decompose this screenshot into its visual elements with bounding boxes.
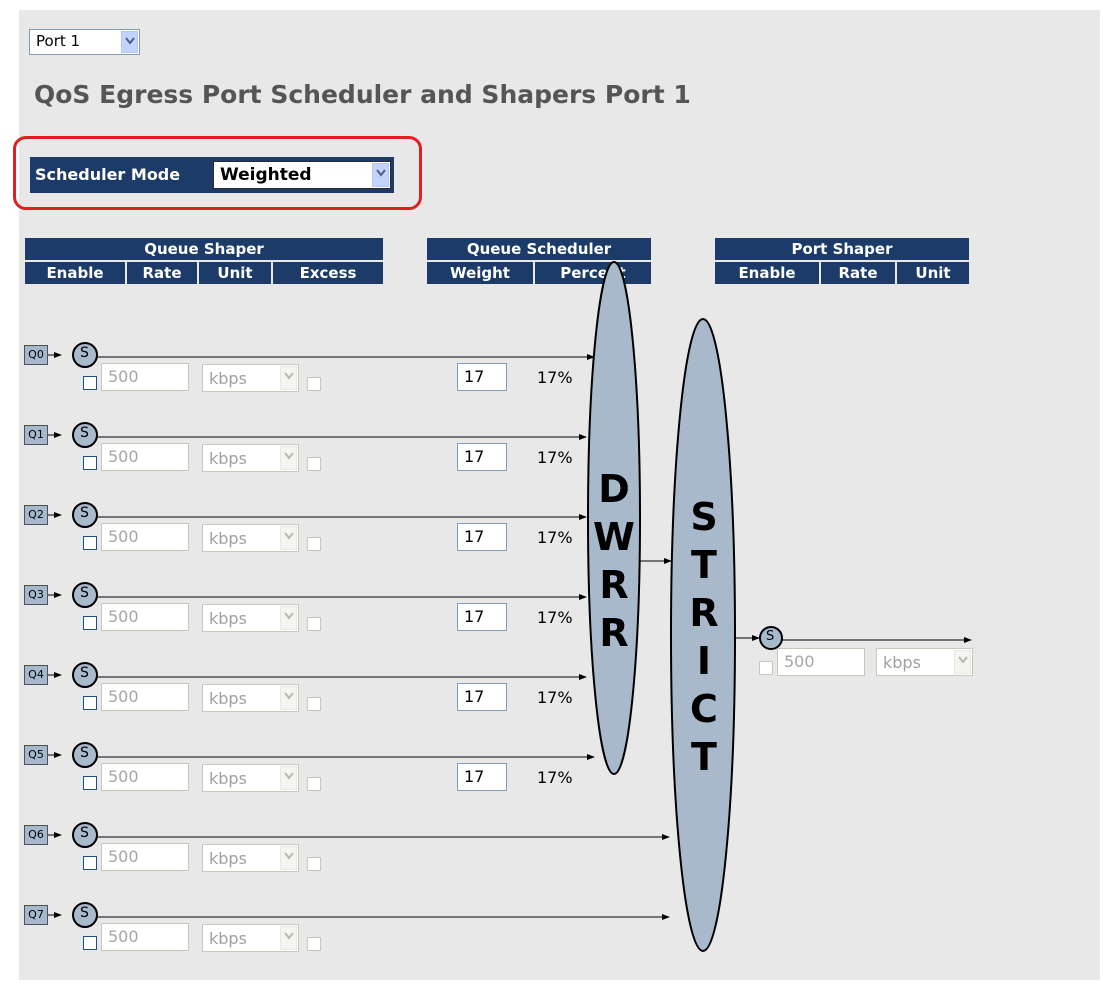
queue-shaper-unit-value: kbps <box>209 929 247 948</box>
queue-shaper-excess-checkbox[interactable] <box>307 537 321 551</box>
queue-shaper-unit-select[interactable]: kbps <box>202 444 299 472</box>
queue-shaper-rate-input[interactable]: 500 <box>101 763 189 791</box>
queue-shaper-excess-checkbox[interactable] <box>307 697 321 711</box>
queue-shaper-excess-checkbox[interactable] <box>307 617 321 631</box>
queue-shaper-excess-checkbox[interactable] <box>307 857 321 871</box>
queue-percent: 17% <box>537 368 573 387</box>
dwrr-letter: R <box>599 563 628 607</box>
queue-shaper-excess-checkbox[interactable] <box>307 457 321 471</box>
queue-shaper-rate-input[interactable]: 500 <box>101 843 189 871</box>
queue-shaper-unit-value: kbps <box>209 609 247 628</box>
strict-letter: S <box>690 495 717 539</box>
queue-shaper-rate-input[interactable]: 500 <box>101 363 189 391</box>
queue-shaper-s-label: S <box>80 745 89 761</box>
queue-shaper-unit-select[interactable]: kbps <box>202 684 299 712</box>
chevron-down-icon <box>280 446 297 470</box>
queue-shaper-unit-value: kbps <box>209 449 247 468</box>
port-shaper-rate-input[interactable]: 500 <box>777 648 865 676</box>
queue-shaper-unit-value: kbps <box>209 529 247 548</box>
queue-percent: 17% <box>537 528 573 547</box>
queue-shaper-s-label: S <box>80 505 89 521</box>
queue-percent: 17% <box>537 608 573 627</box>
queue-shaper-rate-input[interactable]: 500 <box>101 923 189 951</box>
queue-percent: 17% <box>537 448 573 467</box>
queue-shaper-unit-select[interactable]: kbps <box>202 604 299 632</box>
queue-shaper-enable-checkbox[interactable] <box>83 856 97 870</box>
queue-label: Q1 <box>24 425 48 445</box>
chevron-down-icon <box>280 526 297 550</box>
queue-shaper-unit-select[interactable]: kbps <box>202 524 299 552</box>
queue-shaper-enable-checkbox[interactable] <box>83 696 97 710</box>
chevron-down-icon <box>954 650 971 674</box>
queue-label: Q4 <box>24 665 48 685</box>
queue-shaper-s-label: S <box>80 345 89 361</box>
chevron-down-icon <box>280 366 297 390</box>
strict-letter: T <box>691 735 717 779</box>
queue-percent: 17% <box>537 688 573 707</box>
queue-shaper-enable-checkbox[interactable] <box>83 936 97 950</box>
chevron-down-icon <box>280 846 297 870</box>
port-shaper-unit-value: kbps <box>883 653 921 672</box>
queue-shaper-unit-select[interactable]: kbps <box>202 924 299 952</box>
queue-label: Q5 <box>24 745 48 765</box>
port-shaper-s-label: S <box>766 629 775 644</box>
queue-shaper-enable-checkbox[interactable] <box>83 376 97 390</box>
chevron-down-icon <box>280 766 297 790</box>
chevron-down-icon <box>280 686 297 710</box>
chevron-down-icon <box>280 606 297 630</box>
strict-letter: R <box>689 591 718 635</box>
queue-shaper-enable-checkbox[interactable] <box>83 536 97 550</box>
queue-shaper-s-label: S <box>80 825 89 841</box>
queue-label: Q6 <box>24 825 48 845</box>
queue-shaper-rate-input[interactable]: 500 <box>101 603 189 631</box>
strict-ellipse <box>670 318 736 952</box>
strict-letter: C <box>690 687 718 731</box>
queue-shaper-excess-checkbox[interactable] <box>307 937 321 951</box>
page-panel: Port 1 QoS Egress Port Scheduler and Sha… <box>13 10 1100 980</box>
queue-shaper-enable-checkbox[interactable] <box>83 456 97 470</box>
queue-weight-input[interactable]: 17 <box>457 363 507 391</box>
queue-label: Q0 <box>24 345 48 365</box>
dwrr-letter: W <box>593 515 635 559</box>
queue-shaper-unit-select[interactable]: kbps <box>202 844 299 872</box>
queue-shaper-s-label: S <box>80 665 89 681</box>
queue-shaper-s-label: S <box>80 905 89 921</box>
queue-label: Q3 <box>24 585 48 605</box>
queue-shaper-s-label: S <box>80 425 89 441</box>
queue-label: Q2 <box>24 505 48 525</box>
queue-weight-input[interactable]: 17 <box>457 443 507 471</box>
queue-weight-input[interactable]: 17 <box>457 603 507 631</box>
queue-shaper-enable-checkbox[interactable] <box>83 616 97 630</box>
strict-letter: I <box>697 639 711 683</box>
queue-shaper-unit-value: kbps <box>209 689 247 708</box>
scheduler-diagram: DWRRSTRICT <box>48 261 972 952</box>
queue-weight-input[interactable]: 17 <box>457 683 507 711</box>
dwrr-letter: D <box>598 467 630 511</box>
queue-shaper-excess-checkbox[interactable] <box>307 377 321 391</box>
queue-label: Q7 <box>24 905 48 925</box>
queue-shaper-unit-value: kbps <box>209 769 247 788</box>
queue-shaper-rate-input[interactable]: 500 <box>101 683 189 711</box>
queue-shaper-unit-select[interactable]: kbps <box>202 364 299 392</box>
queue-shaper-rate-input[interactable]: 500 <box>101 443 189 471</box>
queue-percent: 17% <box>537 768 573 787</box>
queue-weight-input[interactable]: 17 <box>457 523 507 551</box>
queue-shaper-rate-input[interactable]: 500 <box>101 523 189 551</box>
port-shaper-enable-checkbox[interactable] <box>759 661 773 675</box>
queue-weight-input[interactable]: 17 <box>457 763 507 791</box>
port-shaper-unit-select[interactable]: kbps <box>876 648 973 676</box>
queue-shaper-enable-checkbox[interactable] <box>83 776 97 790</box>
queue-shaper-excess-checkbox[interactable] <box>307 777 321 791</box>
queue-shaper-unit-value: kbps <box>209 849 247 868</box>
strict-letter: T <box>691 543 717 587</box>
queue-shaper-unit-value: kbps <box>209 369 247 388</box>
queue-shaper-s-label: S <box>80 585 89 601</box>
dwrr-letter: R <box>599 611 628 655</box>
chevron-down-icon <box>280 926 297 950</box>
queue-shaper-unit-select[interactable]: kbps <box>202 764 299 792</box>
